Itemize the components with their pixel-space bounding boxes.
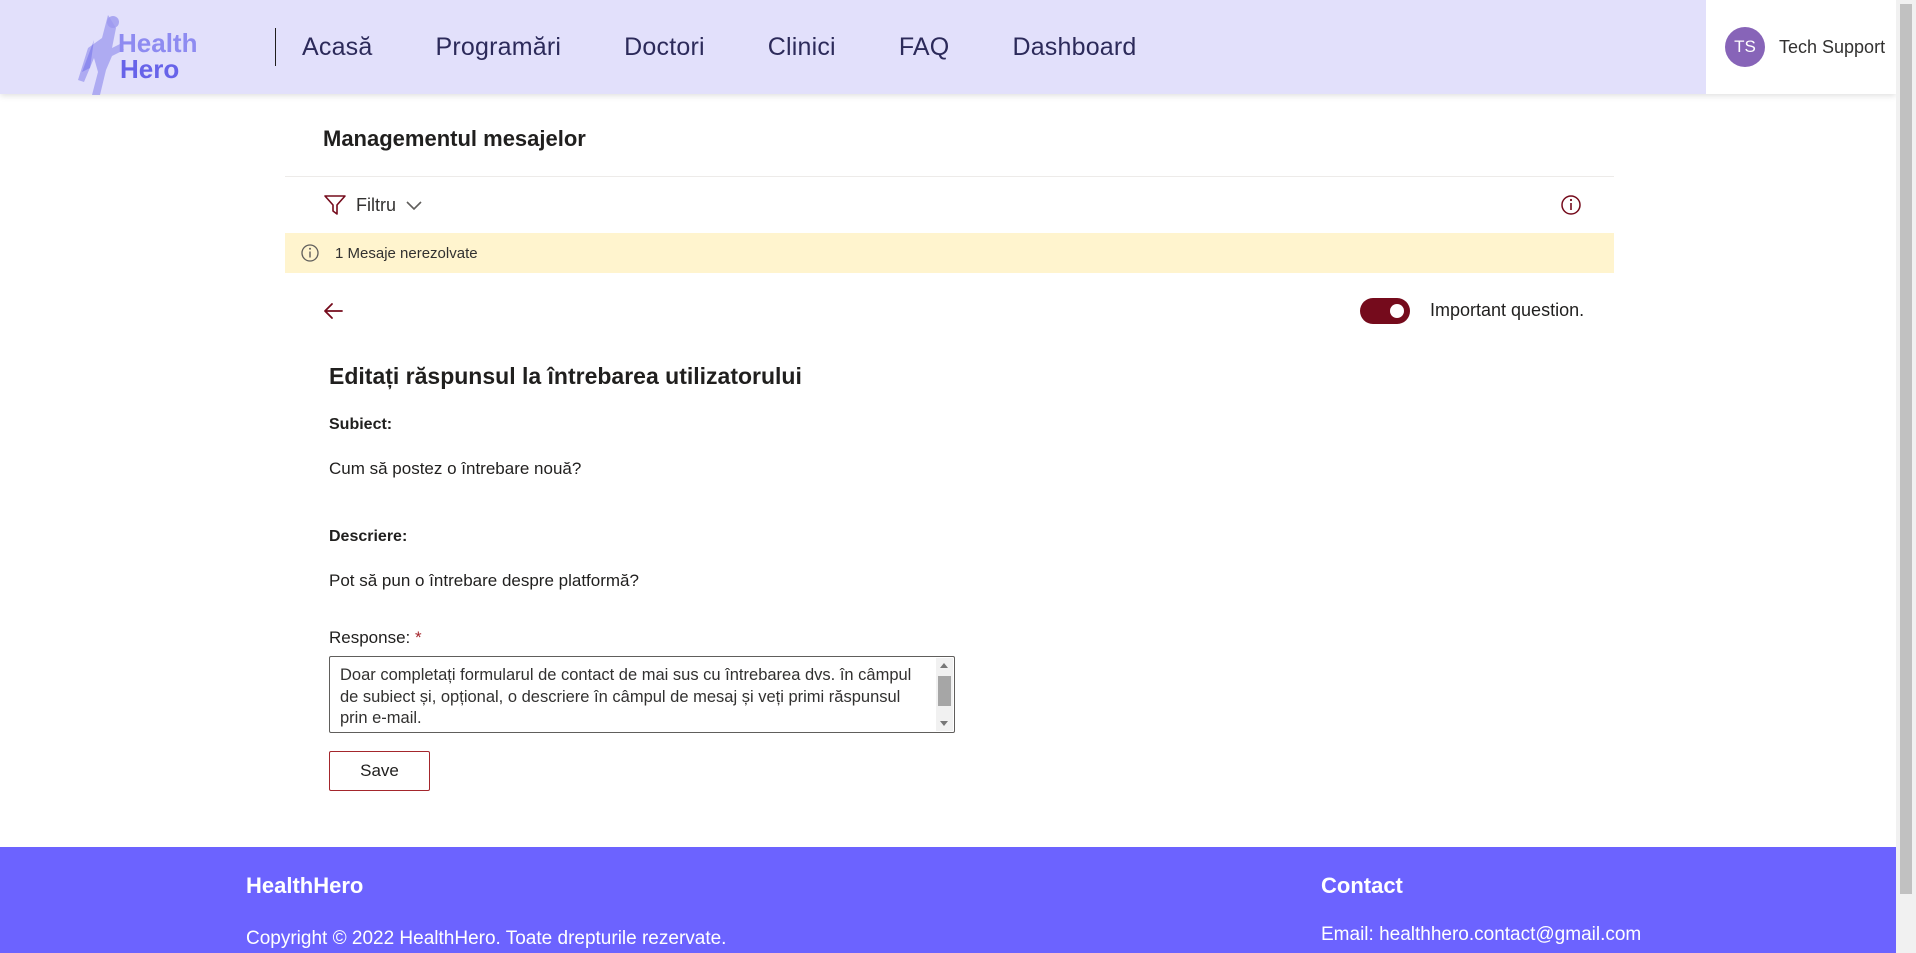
- logo-line-1: Health: [118, 28, 198, 58]
- toggle-label: Important question.: [1430, 300, 1585, 320]
- alert-text: 1 Mesaje nerezolvate: [335, 244, 478, 262]
- scroll-down-icon[interactable]: [940, 721, 948, 726]
- response-label: Response: *: [329, 628, 422, 648]
- subject-label: Subiect:: [329, 416, 393, 433]
- user-menu[interactable]: TS Tech Support: [1706, 0, 1896, 94]
- page-scrollbar[interactable]: [1896, 0, 1916, 953]
- edit-answer-heading: Editați răspunsul la întrebarea utilizat…: [329, 363, 802, 389]
- filter-dropdown[interactable]: Filtru: [323, 194, 423, 216]
- filter-label: Filtru: [356, 194, 396, 215]
- nav-divider: [275, 28, 276, 66]
- save-button[interactable]: Save: [329, 751, 430, 791]
- info-icon[interactable]: [1560, 194, 1582, 216]
- avatar: TS: [1725, 27, 1765, 67]
- subject-value: Cum să postez o întrebare nouă?: [329, 459, 582, 478]
- divider: [285, 176, 1614, 177]
- nav-link-dashboard[interactable]: Dashboard: [1012, 33, 1136, 62]
- page-scrollbar-thumb[interactable]: [1900, 4, 1912, 894]
- required-marker: *: [415, 628, 422, 647]
- scroll-up-icon[interactable]: [940, 663, 948, 668]
- filter-icon: [324, 195, 346, 215]
- footer-brand: HealthHero: [246, 873, 364, 898]
- footer-email[interactable]: Email: healthhero.contact@gmail.com: [1321, 924, 1641, 946]
- info-icon: [301, 244, 319, 262]
- important-question-toggle[interactable]: [1360, 298, 1410, 324]
- textarea-scrollbar[interactable]: [936, 658, 953, 731]
- user-name: Tech Support: [1779, 36, 1886, 57]
- response-label-text: Response:: [329, 628, 411, 647]
- footer: HealthHero Copyright © 2022 HealthHero. …: [0, 847, 1896, 953]
- page-title: Managementul mesajelor: [323, 126, 586, 151]
- chevron-down-icon: [406, 201, 422, 211]
- textarea-scrollbar-thumb[interactable]: [938, 676, 951, 706]
- response-text[interactable]: Doar completați formularul de contact de…: [340, 665, 928, 730]
- nav-link-programari[interactable]: Programări: [435, 33, 561, 62]
- response-textarea[interactable]: Doar completați formularul de contact de…: [329, 656, 955, 733]
- main-nav: Acasă Programări Doctori Clinici FAQ Das…: [302, 0, 1200, 94]
- description-label: Descriere:: [329, 528, 408, 545]
- description-value: Pot să pun o întrebare despre platformă?: [329, 571, 639, 590]
- nav-link-doctori[interactable]: Doctori: [624, 33, 705, 62]
- footer-contact-title: Contact: [1321, 873, 1403, 898]
- nav-link-acasa[interactable]: Acasă: [302, 33, 372, 62]
- toggle-knob: [1390, 304, 1404, 318]
- logo-line-2: Hero: [120, 54, 180, 84]
- footer-copyright: Copyright © 2022 HealthHero. Toate drept…: [246, 928, 727, 949]
- top-navbar: Health Hero Acasă Programări Doctori Cli…: [0, 0, 1896, 95]
- back-arrow-icon[interactable]: [320, 298, 346, 324]
- nav-link-clinici[interactable]: Clinici: [768, 33, 836, 62]
- logo-text[interactable]: Health Hero: [118, 30, 197, 82]
- nav-link-faq[interactable]: FAQ: [899, 33, 950, 62]
- unresolved-messages-alert: 1 Mesaje nerezolvate: [285, 233, 1614, 273]
